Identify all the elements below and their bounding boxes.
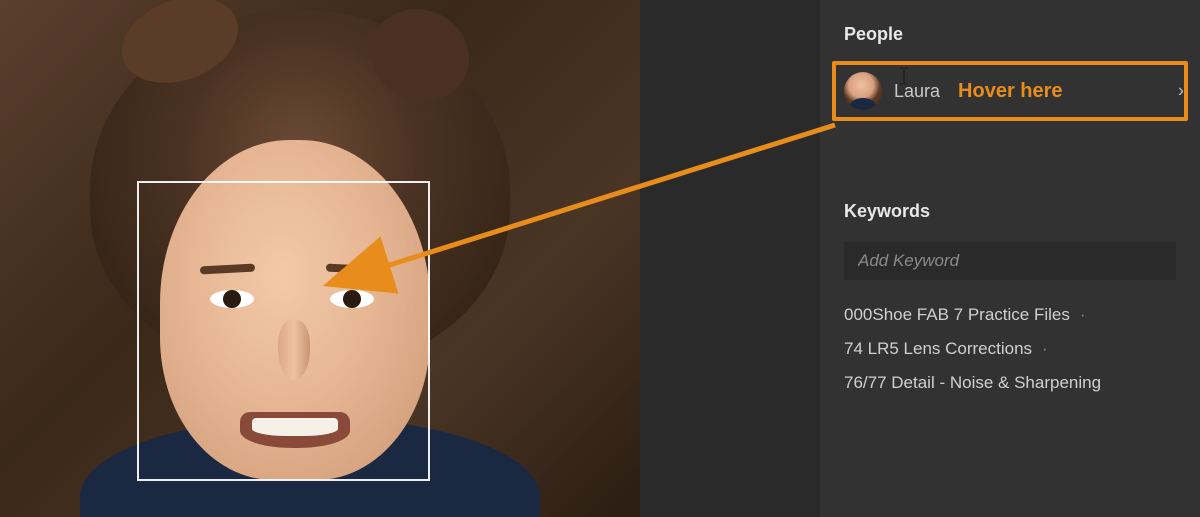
keywords-section-title: Keywords bbox=[820, 201, 1200, 234]
keyword-label: 76/77 Detail - Noise & Sharpening bbox=[844, 373, 1101, 392]
keyword-separator-dot: · bbox=[1042, 339, 1048, 358]
photo-canvas[interactable] bbox=[0, 0, 640, 517]
keyword-label: 000Shoe FAB 7 Practice Files bbox=[844, 305, 1070, 324]
keyword-label: 74 LR5 Lens Corrections bbox=[844, 339, 1032, 358]
keyword-item[interactable]: 74 LR5 Lens Corrections · bbox=[844, 332, 1176, 366]
keyword-list: 000Shoe FAB 7 Practice Files · 74 LR5 Len… bbox=[820, 298, 1200, 400]
keyword-item[interactable]: 76/77 Detail - Noise & Sharpening bbox=[844, 366, 1176, 400]
keyword-item[interactable]: 000Shoe FAB 7 Practice Files · bbox=[844, 298, 1176, 332]
hover-annotation-label: Hover here bbox=[958, 80, 1063, 103]
canvas-gutter bbox=[640, 0, 820, 517]
metadata-panel: People Laura Hover here › Keywords 000Sh… bbox=[820, 0, 1200, 517]
person-name-label[interactable]: Laura bbox=[894, 81, 940, 102]
keyword-separator-dot: · bbox=[1080, 305, 1086, 324]
add-keyword-input[interactable] bbox=[844, 242, 1176, 280]
person-avatar bbox=[844, 72, 882, 110]
chevron-right-icon[interactable]: › bbox=[1178, 81, 1184, 102]
people-section-title: People bbox=[820, 24, 1200, 57]
portrait-illustration bbox=[0, 0, 640, 517]
people-row-laura[interactable]: Laura Hover here › bbox=[832, 61, 1188, 121]
